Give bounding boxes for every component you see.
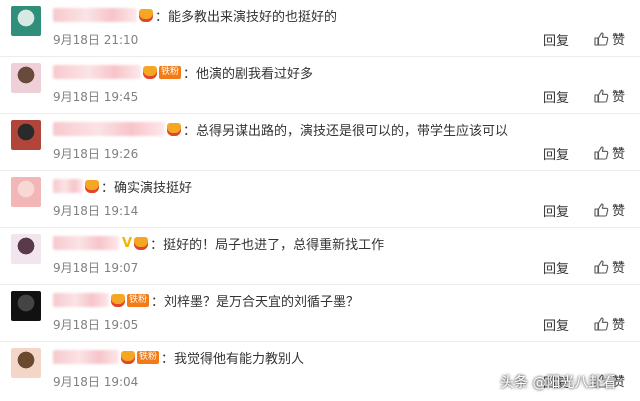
like-label: 赞 bbox=[612, 90, 626, 105]
colon: ： bbox=[151, 294, 165, 310]
thumbs-up-icon bbox=[593, 88, 612, 104]
colon: ： bbox=[183, 123, 197, 139]
fan-tag: 铁粉 bbox=[159, 65, 182, 79]
comment-time: 9月18日 19:04 bbox=[53, 375, 139, 389]
comment-text: 我觉得他有能力教别人 bbox=[174, 351, 305, 367]
comment-time: 9月18日 19:07 bbox=[53, 261, 139, 275]
comment-row: V ：挺好的！局子也进了，总得重新找工作 9月18日 19:07 回复 赞 bbox=[0, 228, 640, 285]
comment-time: 9月18日 19:05 bbox=[53, 318, 139, 332]
reply-button[interactable]: 回复 bbox=[543, 315, 569, 334]
comment-line: 铁粉：我觉得他有能力教别人 bbox=[53, 347, 304, 367]
crown-badge-icon bbox=[143, 65, 157, 79]
comment-time: 9月18日 19:26 bbox=[53, 147, 139, 161]
like-label: 赞 bbox=[612, 204, 626, 219]
thumbs-up-icon bbox=[593, 316, 612, 332]
crown-badge-icon bbox=[134, 236, 149, 250]
comment-text: 能多教出来演技好的也挺好的 bbox=[168, 9, 338, 25]
like-label: 赞 bbox=[612, 33, 626, 48]
like-button[interactable]: 赞 bbox=[593, 143, 625, 162]
username-blurred[interactable] bbox=[53, 122, 165, 136]
avatar[interactable] bbox=[11, 234, 41, 264]
crown-badge-icon bbox=[167, 122, 181, 136]
comment-row: 铁粉：他演的剧我看过好多 9月18日 19:45 回复 赞 bbox=[0, 57, 640, 114]
like-button[interactable]: 赞 bbox=[593, 257, 625, 276]
avatar[interactable] bbox=[11, 291, 41, 321]
comment-time: 9月18日 21:10 bbox=[53, 33, 139, 47]
avatar[interactable] bbox=[11, 177, 41, 207]
comment-line: 铁粉：他演的剧我看过好多 bbox=[53, 62, 313, 82]
fan-tag: 铁粉 bbox=[127, 293, 150, 307]
reply-button[interactable]: 回复 bbox=[543, 30, 569, 49]
crown-badge-icon bbox=[139, 8, 153, 22]
comment-line: ：确实演技挺好 bbox=[53, 176, 192, 196]
crown-badge-icon bbox=[111, 293, 125, 307]
reply-button[interactable]: 回复 bbox=[543, 201, 569, 220]
comment-time: 9月18日 19:45 bbox=[53, 90, 139, 104]
colon: ： bbox=[161, 351, 175, 367]
colon: ： bbox=[150, 237, 164, 253]
like-label: 赞 bbox=[612, 261, 626, 276]
comment-row: ：总得另谋出路的，演技还是很可以的，带学生应该可以 9月18日 19:26 回复 赞 bbox=[0, 114, 640, 171]
like-button[interactable]: 赞 bbox=[593, 29, 625, 48]
like-button[interactable]: 赞 bbox=[593, 86, 625, 105]
thumbs-up-icon bbox=[593, 202, 612, 218]
reply-button[interactable]: 回复 bbox=[543, 87, 569, 106]
comment-text: 确实演技挺好 bbox=[114, 180, 193, 196]
watermark-text: 头条 @阳光八卦看 bbox=[500, 375, 617, 391]
username-blurred[interactable] bbox=[53, 8, 137, 22]
reply-button[interactable]: 回复 bbox=[543, 144, 569, 163]
thumbs-up-icon bbox=[593, 31, 612, 47]
like-label: 赞 bbox=[612, 318, 626, 333]
like-button[interactable]: 赞 bbox=[593, 200, 625, 219]
colon: ： bbox=[155, 9, 169, 25]
thumbs-up-icon bbox=[593, 259, 612, 275]
reply-button[interactable]: 回复 bbox=[543, 258, 569, 277]
comment-list: ：能多教出来演技好的也挺好的 9月18日 21:10 回复赞铁粉：他演的剧我看过好多… bbox=[0, 0, 640, 399]
crown-badge-icon bbox=[85, 179, 99, 193]
like-label: 赞 bbox=[612, 147, 626, 162]
avatar[interactable] bbox=[11, 120, 41, 150]
comment-line: 铁粉：刘梓墨？是万合天宜的刘循子墨？ bbox=[53, 290, 359, 310]
comment-text: 挺好的！局子也进了，总得重新找工作 bbox=[163, 237, 385, 253]
colon: ： bbox=[101, 180, 115, 196]
comment-row: ：能多教出来演技好的也挺好的 9月18日 21:10 回复 赞 bbox=[0, 0, 640, 57]
comment-time: 9月18日 19:14 bbox=[53, 204, 139, 218]
avatar[interactable] bbox=[11, 348, 41, 378]
comment-row: 铁粉：刘梓墨？是万合天宜的刘循子墨？ 9月18日 19:05 回复 赞 bbox=[0, 285, 640, 342]
username-blurred[interactable] bbox=[53, 236, 119, 250]
comment-text: 总得另谋出路的，演技还是很可以的，带学生应该可以 bbox=[196, 123, 509, 139]
username-blurred[interactable] bbox=[53, 350, 119, 364]
comment-text: 他演的剧我看过好多 bbox=[196, 66, 314, 82]
thumbs-up-icon bbox=[593, 145, 612, 161]
avatar[interactable] bbox=[11, 6, 41, 36]
comment-row: ：确实演技挺好 9月18日 19:14 回复 赞 bbox=[0, 171, 640, 228]
username-blurred[interactable] bbox=[53, 179, 83, 193]
username-blurred[interactable] bbox=[53, 65, 141, 79]
like-button[interactable]: 赞 bbox=[593, 314, 625, 333]
watermark: 头条 @阳光八卦看 bbox=[500, 372, 616, 392]
fan-tag: 铁粉 bbox=[137, 350, 160, 364]
verified-icon: V bbox=[122, 235, 133, 251]
comment-line: ：总得另谋出路的，演技还是很可以的，带学生应该可以 bbox=[53, 119, 508, 139]
comment-line: V ：挺好的！局子也进了，总得重新找工作 bbox=[53, 233, 384, 253]
comment-line: ：能多教出来演技好的也挺好的 bbox=[53, 5, 337, 25]
username-blurred[interactable] bbox=[53, 293, 109, 307]
crown-badge-icon bbox=[121, 350, 135, 364]
comment-text: 刘梓墨？是万合天宜的刘循子墨？ bbox=[164, 294, 360, 310]
colon: ： bbox=[183, 66, 197, 82]
avatar[interactable] bbox=[11, 63, 41, 93]
